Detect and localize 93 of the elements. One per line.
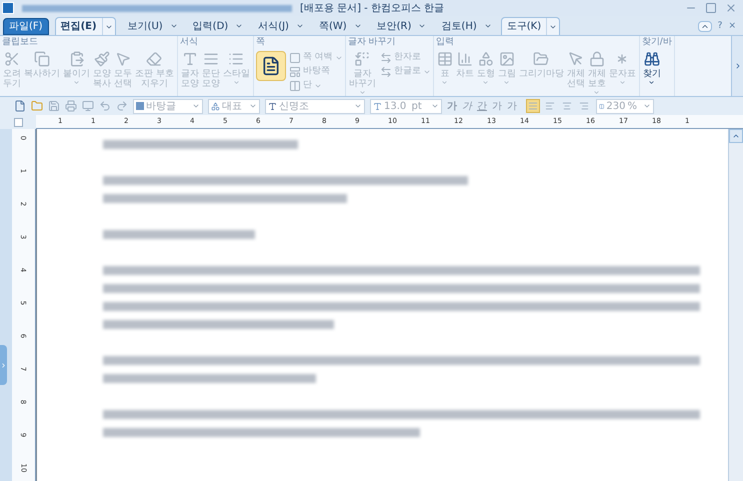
dropdown-icon[interactable] <box>235 22 244 30</box>
paintbrush-icon <box>94 51 110 67</box>
caret-icon <box>643 102 651 110</box>
close-button[interactable]: × <box>728 22 736 31</box>
style-icon <box>136 102 144 110</box>
columns-icon <box>288 80 301 92</box>
lock-icon <box>588 51 605 67</box>
copy-icon <box>34 51 50 67</box>
char-format-button[interactable]: 간 <box>477 98 487 114</box>
pointer-icon <box>115 51 131 67</box>
scrollbar[interactable] <box>728 129 743 481</box>
bar-chart-icon <box>456 51 473 67</box>
replace-icon <box>354 51 370 67</box>
combo-value: 230 <box>606 100 626 114</box>
size-combo[interactable]: 13.0 pt <box>370 98 442 114</box>
side-panel-tab[interactable] <box>0 345 7 385</box>
eraser-icon <box>146 51 162 67</box>
zoom-combo[interactable]: 230 % <box>596 98 654 114</box>
binoculars-icon <box>644 51 660 67</box>
save-icon[interactable] <box>48 100 60 112</box>
caret-icon <box>430 102 439 110</box>
group-title: 서식 <box>180 37 199 48</box>
clipboard-icon <box>68 51 84 67</box>
pointer-icon <box>568 51 584 67</box>
new-document-icon[interactable] <box>14 100 26 112</box>
font-combo[interactable]: 신명조 <box>265 98 365 114</box>
image-icon <box>498 51 515 67</box>
menu-tab[interactable]: 입력(D) <box>188 18 234 34</box>
size-icon <box>373 102 382 110</box>
preview-icon[interactable] <box>82 100 94 112</box>
close-icon[interactable] <box>725 2 737 14</box>
group-title: 글자 바꾸기 <box>348 37 397 48</box>
square-icon <box>288 52 301 64</box>
combo-value: 대표 <box>222 100 242 114</box>
group-title: 입력 <box>436 37 455 48</box>
paragraph-icon <box>202 51 219 67</box>
letter-icon <box>182 51 198 67</box>
char-format-button[interactable]: 가 <box>492 98 502 114</box>
chevron-right-icon <box>0 362 7 368</box>
menu-tab[interactable]: 서식(J) <box>253 18 294 34</box>
print-icon[interactable] <box>65 100 77 112</box>
layout-icon <box>288 66 301 78</box>
folder-icon[interactable] <box>31 100 43 112</box>
group-title: 클립보드 <box>2 37 39 48</box>
swap-icon <box>380 66 392 78</box>
page-button[interactable] <box>256 51 286 81</box>
list-icon <box>228 51 244 67</box>
group-title: 쪽 <box>256 37 266 48</box>
undo-icon[interactable] <box>99 100 111 112</box>
dropdown-icon[interactable] <box>354 22 362 30</box>
scissors-icon <box>4 51 20 67</box>
dropdown-icon[interactable] <box>418 22 426 30</box>
caret-icon <box>249 102 257 110</box>
caret-icon <box>354 102 362 110</box>
file-tab[interactable]: 파일(F) <box>3 18 49 35</box>
char-format-button[interactable]: 가 <box>462 98 472 114</box>
folder-icon <box>533 51 550 67</box>
combo-value: 바탕글 <box>146 100 176 114</box>
menu-tab[interactable]: 보기(U) <box>122 18 168 34</box>
maximize-icon[interactable] <box>705 2 717 14</box>
app-logo-icon <box>2 2 14 14</box>
caret-icon <box>192 102 200 110</box>
outline-icon <box>211 102 220 110</box>
combo-value: 신명조 <box>279 100 309 114</box>
dropdown-icon[interactable] <box>484 22 492 30</box>
help-button[interactable]: ? <box>718 22 722 31</box>
menu-tab[interactable]: 검토(H) <box>436 18 482 34</box>
redo-icon[interactable] <box>116 100 128 112</box>
window-title: [배포용 문서] - 한컴오피스 한글 <box>300 2 444 16</box>
swap-icon <box>380 52 392 64</box>
dropdown-icon[interactable] <box>296 22 304 30</box>
unit-label: pt <box>411 100 422 114</box>
menu-tab[interactable]: 쪽(W) <box>314 18 352 34</box>
unit-label: % <box>627 100 637 114</box>
group-title: 찾기/바 <box>642 37 672 48</box>
tab-stop-icon[interactable] <box>14 118 22 126</box>
align-button[interactable] <box>526 99 540 113</box>
style-combo[interactable]: 바탕글 <box>133 98 203 114</box>
char-format-button[interactable]: 가 <box>507 98 517 114</box>
ribbon-scroll-button[interactable] <box>731 36 743 96</box>
scroll-up-icon[interactable] <box>732 132 740 140</box>
dropdown-icon[interactable] <box>170 22 178 30</box>
table-icon <box>436 51 453 67</box>
zoom-icon <box>599 102 604 110</box>
ribbon-button[interactable]: 찾기 <box>642 51 662 86</box>
page-icon <box>260 56 281 76</box>
shapes-icon <box>478 51 494 67</box>
char-format-button[interactable]: 가 <box>447 98 457 114</box>
outline-combo[interactable]: 대표 <box>208 98 260 114</box>
font-icon <box>268 102 277 110</box>
combo-value: 13.0 <box>384 100 406 114</box>
menu-tab[interactable]: 보안(R) <box>372 18 416 34</box>
collapse-ribbon-icon[interactable] <box>698 21 712 32</box>
